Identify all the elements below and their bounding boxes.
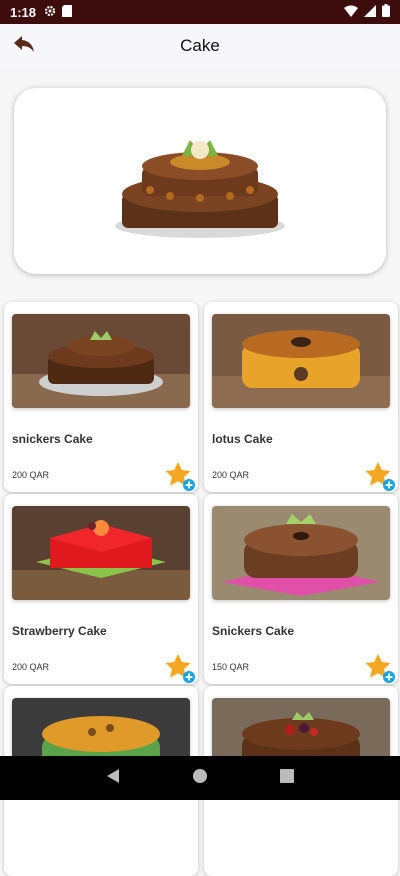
product-image	[12, 314, 190, 408]
product-price: 200 QAR	[12, 470, 50, 480]
product-image	[212, 314, 390, 408]
product-card[interactable]: snickers Cake 200 QAR	[4, 302, 198, 492]
add-favorite-button[interactable]	[364, 460, 396, 492]
star-add-icon	[365, 654, 395, 683]
status-bar: 1:18	[0, 0, 400, 24]
hero-banner	[14, 88, 386, 274]
star-add-icon	[165, 462, 195, 491]
back-button[interactable]	[8, 30, 40, 62]
product-name: snickers Cake	[12, 432, 93, 446]
nav-recents-button[interactable]	[280, 768, 294, 788]
triangle-back-icon	[107, 768, 119, 783]
product-name: Snickers Cake	[212, 624, 295, 638]
signal-icon	[364, 4, 376, 20]
square-recents-icon	[280, 768, 294, 783]
product-image	[12, 506, 190, 600]
sd-card-icon	[62, 4, 73, 20]
product-card[interactable]: Strawberry Cake 200 QAR	[4, 494, 198, 684]
product-name: Strawberry Cake	[12, 624, 107, 638]
page-title: Cake	[180, 36, 220, 55]
product-price: 200 QAR	[12, 662, 50, 672]
product-card[interactable]: Snickers Cake 150 QAR	[204, 494, 398, 684]
star-add-icon	[365, 462, 395, 491]
product-image	[212, 506, 390, 600]
product-name: lotus Cake	[212, 432, 273, 446]
product-card[interactable]: lotus Cake 200 QAR	[204, 302, 398, 492]
wifi-icon	[344, 4, 358, 20]
product-price: 150 QAR	[212, 662, 250, 672]
nav-home-button[interactable]	[192, 768, 208, 789]
nav-back-button[interactable]	[106, 768, 120, 789]
add-favorite-button[interactable]	[164, 652, 196, 684]
product-price: 200 QAR	[212, 470, 250, 480]
hero-cake-image	[115, 140, 285, 238]
battery-icon	[382, 4, 390, 20]
circle-home-icon	[193, 768, 207, 783]
system-nav-bar	[0, 756, 400, 800]
add-favorite-button[interactable]	[364, 652, 396, 684]
app-bar: Cake	[0, 24, 400, 68]
status-time: 1:18	[10, 4, 37, 20]
back-arrow-icon	[12, 34, 36, 59]
settings-icon	[44, 5, 56, 20]
add-favorite-button[interactable]	[164, 460, 196, 492]
star-add-icon	[165, 654, 195, 683]
